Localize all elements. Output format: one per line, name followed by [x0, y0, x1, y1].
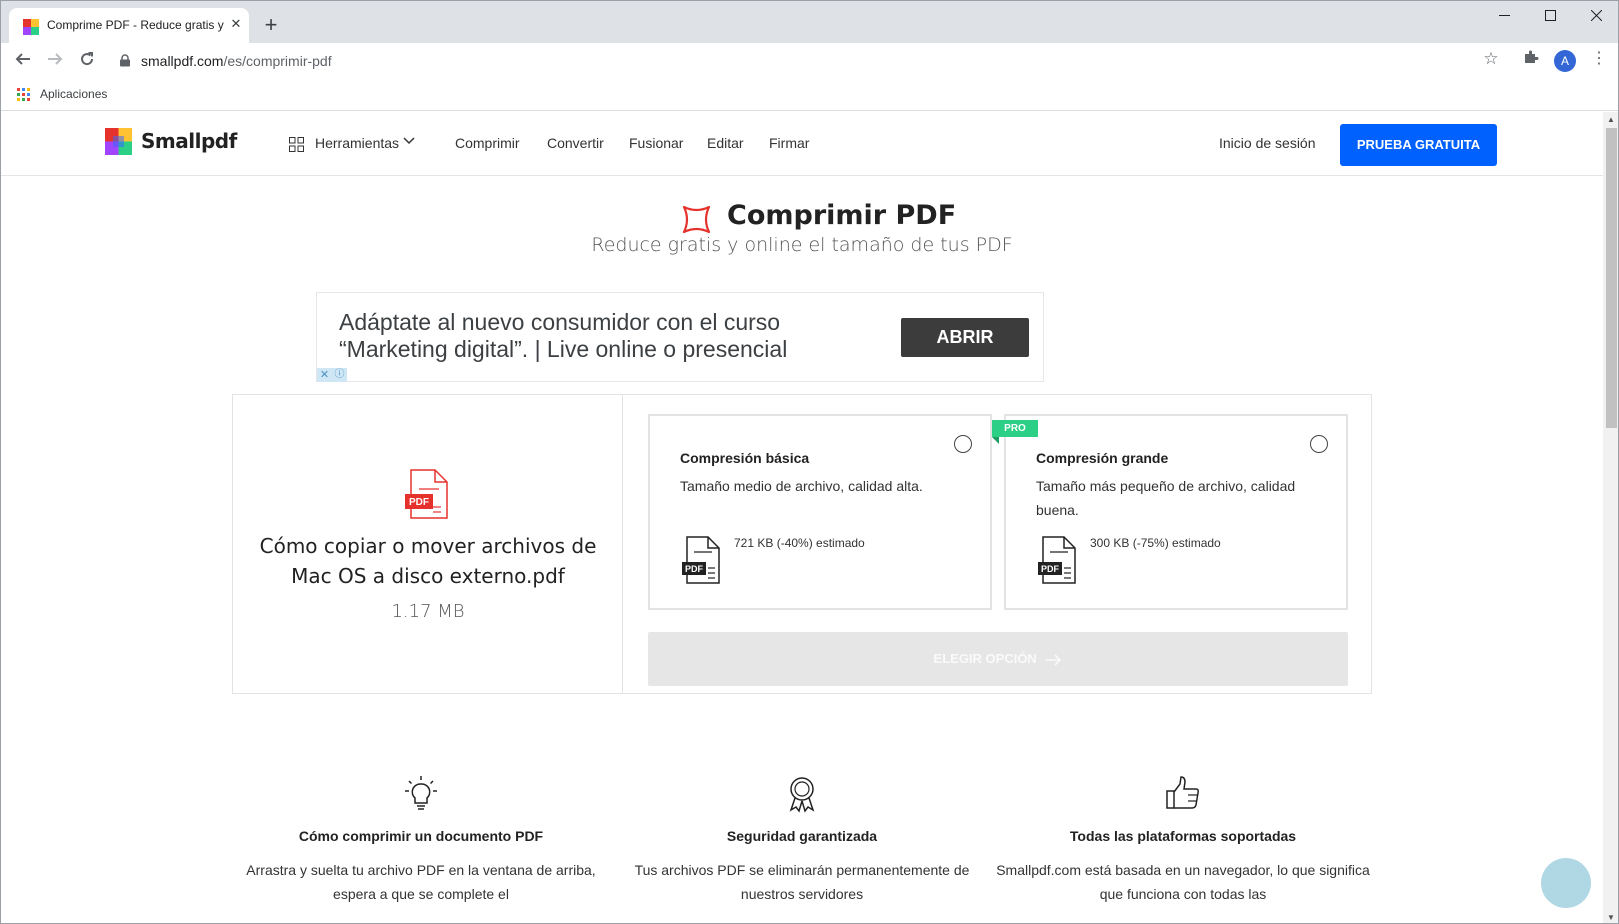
option-radio[interactable]	[954, 435, 972, 453]
nav-link-editar[interactable]: Editar	[707, 135, 744, 151]
lock-icon	[120, 54, 130, 67]
nav-link-firmar[interactable]: Firmar	[769, 135, 809, 151]
nav-link-comprimir[interactable]: Comprimir	[455, 135, 520, 151]
profile-avatar[interactable]: A	[1554, 50, 1576, 72]
option-title: Compresión grande	[1036, 450, 1169, 466]
feature-text: Smallpdf.com está basada en un navegador…	[996, 862, 1370, 902]
address-bar[interactable]: smallpdf.com/es/comprimir-pdf	[111, 47, 1471, 75]
pro-badge-fold	[992, 437, 999, 444]
tools-grid-icon[interactable]	[289, 137, 304, 152]
compress-icon	[682, 205, 711, 234]
lightbulb-icon	[405, 776, 437, 810]
arrow-right-icon	[1046, 653, 1062, 666]
forward-arrow-icon[interactable]	[43, 49, 67, 73]
feature-title: Cómo comprimir un documento PDF	[298, 828, 544, 844]
pdf-file-icon: PDF	[405, 469, 448, 519]
option-large-compression[interactable]: Compresión grande Tamaño más pequeño de …	[1004, 414, 1348, 610]
browser-toolbar: smallpdf.com/es/comprimir-pdf	[1, 43, 1618, 79]
nav-link-fusionar[interactable]: Fusionar	[629, 135, 683, 151]
feature-how-to: Cómo comprimir un documento PDF Arrastra…	[231, 774, 611, 906]
option-description: Tamaño más pequeño de archivo, calidad b…	[1036, 478, 1296, 518]
option-estimate: 721 KB (-40%) estimado	[734, 536, 865, 550]
ad-open-button[interactable]: ABRIR	[901, 318, 1029, 357]
tab-strip: Comprime PDF - Reduce gratis y ✕ +	[1, 1, 1618, 43]
url-text: smallpdf.com/es/comprimir-pdf	[141, 53, 332, 69]
brand-name[interactable]: Smallpdf	[141, 129, 237, 153]
option-basic-compression[interactable]: Compresión básica Tamaño medio de archiv…	[648, 414, 992, 610]
browser-tab[interactable]: Comprime PDF - Reduce gratis y ✕	[9, 8, 249, 43]
free-trial-button[interactable]: PRUEBA GRATUITA	[1340, 124, 1497, 166]
feature-text: Arrastra y suelta tu archivo PDF en la v…	[246, 862, 596, 902]
feature-platforms: Todas las plataformas soportadas Smallpd…	[993, 774, 1373, 906]
option-description: Tamaño medio de archivo, calidad alta.	[680, 478, 923, 494]
scroll-up-icon[interactable]: ▲	[1607, 115, 1615, 124]
watermark-logo	[1541, 858, 1591, 908]
feature-title: Seguridad garantizada	[726, 828, 878, 844]
smallpdf-favicon-icon	[23, 19, 39, 35]
url-host: smallpdf.com	[141, 53, 224, 69]
page-scrollbar[interactable]: ▲ ▼	[1603, 112, 1618, 923]
pro-badge: PRO	[992, 420, 1038, 437]
feature-text: Tus archivos PDF se eliminarán permanent…	[634, 862, 970, 902]
page-viewport: Smallpdf Herramientas Comprimir Converti…	[1, 112, 1603, 923]
ad-close-icon[interactable]: ✕	[317, 368, 332, 382]
window-close-icon[interactable]	[1573, 1, 1618, 31]
bookmark-star-icon[interactable]: ☆	[1481, 49, 1501, 69]
new-tab-button[interactable]: +	[259, 14, 283, 38]
thumbs-up-icon	[1166, 776, 1199, 809]
doc-badge: PDF	[685, 564, 704, 574]
ad-banner[interactable]: Adáptate al nuevo consumidor con el curs…	[316, 292, 1044, 382]
minimize-icon[interactable]	[1481, 1, 1527, 31]
site-header: Smallpdf Herramientas Comprimir Converti…	[1, 112, 1603, 176]
browser-window: Comprime PDF - Reduce gratis y ✕ + small…	[0, 0, 1619, 924]
pdf-badge: PDF	[409, 497, 429, 508]
option-title: Compresión básica	[680, 450, 810, 466]
feature-title: Todas las plataformas soportadas	[1069, 828, 1297, 844]
award-icon	[789, 777, 815, 813]
file-preview: PDF Cómo copiar o mover archivos de Mac …	[233, 395, 623, 693]
page-subtitle: Reduce gratis y online el tamaño de tus …	[591, 234, 1013, 256]
url-path: /es/comprimir-pdf	[223, 53, 332, 69]
bookmark-apps[interactable]: Aplicaciones	[40, 87, 107, 101]
bookmarks-bar: Aplicaciones	[1, 79, 1618, 111]
chevron-down-icon[interactable]	[403, 134, 415, 146]
menu-kebab-icon[interactable]: ⋮	[1591, 49, 1607, 69]
nav-link-convertir[interactable]: Convertir	[547, 135, 604, 151]
tools-menu[interactable]: Herramientas	[315, 135, 399, 151]
scrollbar-thumb[interactable]	[1606, 128, 1617, 428]
back-arrow-icon[interactable]	[11, 49, 35, 73]
reload-icon[interactable]	[75, 49, 99, 73]
extensions-icon[interactable]	[1521, 49, 1541, 69]
pdf-doc-icon: PDF	[1038, 536, 1076, 584]
maximize-icon[interactable]	[1527, 1, 1573, 31]
pdf-doc-icon: PDF	[682, 536, 720, 584]
page-title: Comprimir PDF	[727, 200, 957, 231]
scroll-down-icon[interactable]: ▼	[1607, 913, 1615, 922]
tab-close-icon[interactable]: ✕	[227, 15, 245, 33]
ad-info-icon[interactable]: ⓘ	[332, 368, 347, 382]
tab-title: Comprime PDF - Reduce gratis y	[47, 18, 224, 32]
choose-option-button[interactable]: ELEGIR OPCIÓN	[648, 632, 1348, 686]
apps-grid-icon[interactable]	[17, 88, 30, 101]
doc-badge: PDF	[1041, 564, 1060, 574]
choose-option-label: ELEGIR OPCIÓN	[933, 651, 1037, 666]
file-size: 1.17 MB	[391, 601, 465, 622]
login-link[interactable]: Inicio de sesión	[1219, 135, 1316, 151]
file-name: Cómo copiar o mover archivos de Mac OS a…	[259, 534, 597, 588]
feature-security: Seguridad garantizada Tus archivos PDF s…	[612, 774, 992, 906]
compression-panel: PDF Cómo copiar o mover archivos de Mac …	[232, 394, 1372, 694]
option-estimate: 300 KB (-75%) estimado	[1090, 536, 1221, 550]
ad-text[interactable]: Adáptate al nuevo consumidor con el curs…	[339, 309, 859, 363]
smallpdf-logo-icon[interactable]	[105, 128, 132, 155]
option-radio[interactable]	[1310, 435, 1328, 453]
